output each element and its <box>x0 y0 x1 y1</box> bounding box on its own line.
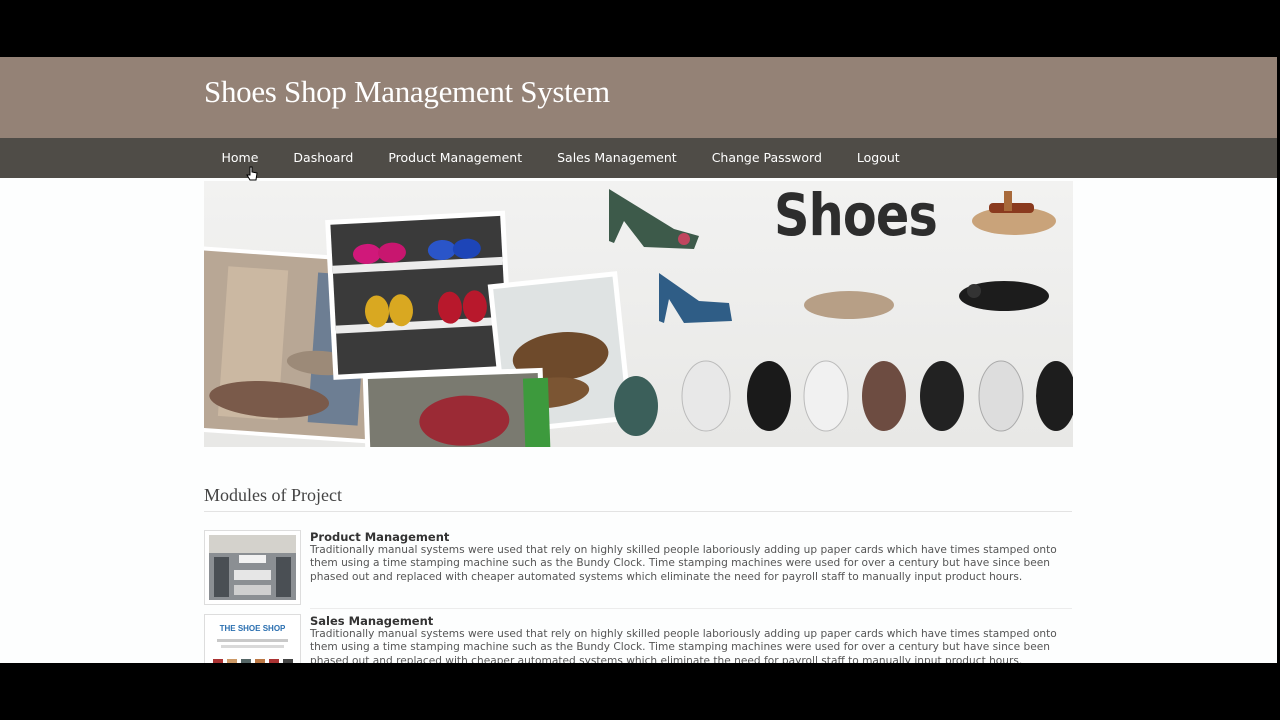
blue-heel <box>659 273 732 323</box>
sandal <box>972 191 1056 235</box>
nav-item-product-management[interactable]: Product Management <box>371 138 540 178</box>
module-divider <box>310 608 1072 609</box>
modules-section-title: Modules of Project <box>204 485 342 505</box>
section-divider <box>204 511 1072 512</box>
module-thumbnail: THE SHOE SHOP <box>204 614 301 663</box>
thumb-shop-title: THE SHOE SHOP <box>219 624 286 633</box>
module-description: Traditionally manual systems were used t… <box>310 628 1057 663</box>
main-nav: Home Dashoard Product Management Sales M… <box>0 138 1277 178</box>
mouse-pointer-icon <box>246 166 258 181</box>
page: Shoes Shop Management System Home Dashoa… <box>0 57 1277 663</box>
site-header: Shoes Shop Management System <box>0 57 1277 138</box>
flat-shoe-beige <box>804 291 894 319</box>
module-title: Sales Management <box>310 614 434 628</box>
module-description: Traditionally manual systems were used t… <box>310 544 1057 583</box>
module-title: Product Management <box>310 530 450 544</box>
flat-shoe-black <box>959 281 1049 311</box>
nav-item-change-password[interactable]: Change Password <box>694 138 839 178</box>
store-interior-image <box>209 535 296 600</box>
shelf-photo <box>325 210 514 380</box>
nav-item-sales-management[interactable]: Sales Management <box>540 138 695 178</box>
floral-heel <box>609 189 699 249</box>
site-title: Shoes Shop Management System <box>204 74 610 109</box>
banner-collage <box>204 189 1073 447</box>
nav-item-dashboard[interactable]: Dashoard <box>276 138 371 178</box>
module-thumbnail <box>204 530 301 605</box>
banner-heading: Shoes <box>774 181 938 249</box>
nav-item-home[interactable]: Home <box>204 138 276 178</box>
shoe-row <box>614 360 1073 436</box>
shoes-banner-image: Shoes <box>204 181 1073 447</box>
nav-item-logout[interactable]: Logout <box>839 138 917 178</box>
shoe-shop-graphic <box>213 639 293 663</box>
loafer-photo <box>362 367 551 447</box>
